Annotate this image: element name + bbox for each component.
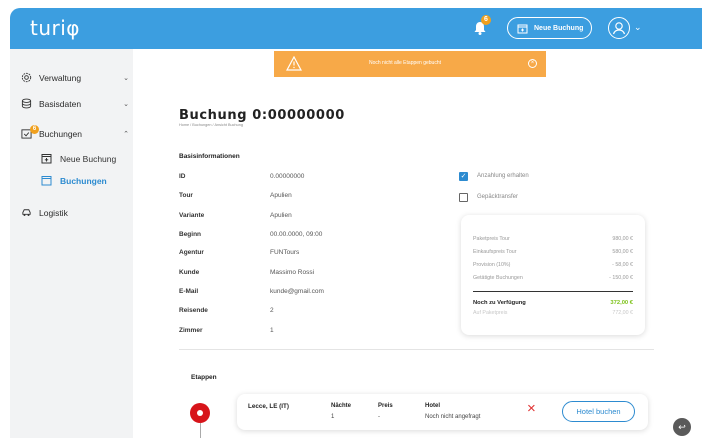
stage-hotel: Noch nicht angefragt (425, 414, 481, 420)
stage-place: Lecce, LE (IT) (248, 403, 289, 410)
chevron-up-icon: ⌃ (123, 130, 129, 138)
sidebar: Verwaltung ⌄ Basisdaten ⌄ Buchungen ⌃ 6 … (10, 49, 133, 438)
summary-divider (473, 291, 633, 292)
warning-banner: Noch nicht alle Etappen gebucht × (274, 51, 546, 77)
sidebar-item-logistik[interactable]: Logistik (21, 207, 129, 218)
breadcrumb[interactable]: Home / Buchungen / Ansicht Buchung (179, 123, 243, 127)
anzahlung-checkbox[interactable]: ✓ (459, 172, 468, 181)
warning-text: Noch nicht alle Etappen gebucht (369, 60, 441, 66)
top-bar: turiφ 6 Neue Buchung ⌄ (10, 8, 702, 49)
new-booking-label: Neue Buchung (534, 24, 584, 32)
warning-icon (286, 56, 302, 71)
close-icon[interactable]: × (527, 401, 536, 416)
close-icon[interactable]: × (528, 59, 537, 68)
stage-hotel-label: Hotel (425, 403, 440, 409)
ratio-label: Auf Paketpreis (473, 310, 508, 316)
label-agentur: Agentur (179, 249, 204, 256)
value-id: 0.00000000 (270, 173, 305, 180)
sidebar-item-verwaltung[interactable]: Verwaltung ⌄ (21, 72, 129, 83)
value-beginn: 00.00.0000, 09:00 (270, 231, 323, 238)
summary-label: Paketpreis Tour (473, 236, 510, 242)
chevron-down-icon: ⌄ (123, 100, 129, 108)
summary-value: 980,00 € (612, 236, 633, 242)
gepaecktransfer-checkbox[interactable] (459, 193, 468, 202)
sidebar-item-neue-buchung[interactable]: Neue Buchung (41, 153, 116, 164)
calendar-plus-icon (41, 154, 52, 164)
value-kunde: Massimo Rossi (270, 269, 315, 276)
sidebar-item-label: Basisdaten (39, 98, 82, 109)
buchungen-badge: 6 (30, 125, 39, 134)
sidebar-item-label: Buchungen (60, 175, 107, 186)
price-summary-card: Paketpreis Tour 980,00 € Einkaufspreis T… (461, 215, 645, 335)
sidebar-item-basisdaten[interactable]: Basisdaten ⌄ (21, 98, 129, 109)
available-label: Noch zu Verfügung (473, 300, 526, 306)
calendar-icon (41, 176, 52, 186)
car-icon (22, 209, 31, 216)
book-hotel-button[interactable]: Hotel buchen (562, 401, 635, 422)
stage-card: Lecce, LE (IT) Nächte 1 Preis - Hotel No… (237, 394, 648, 430)
chevron-down-icon: ⌄ (123, 74, 129, 82)
label-beginn: Beginn (179, 231, 202, 238)
value-email: kunde@gmail.com (270, 288, 324, 295)
database-icon (21, 98, 32, 109)
value-reisende: 2 (270, 307, 274, 314)
label-reisende: Reisende (179, 307, 208, 314)
page-title: Buchung 0:00000000 (179, 108, 345, 123)
sidebar-item-label: Buchungen (39, 128, 83, 139)
sidebar-item-label: Verwaltung (39, 72, 82, 83)
ratio-value: 772,00 € (612, 310, 633, 316)
map-pin-icon (190, 403, 210, 423)
notification-badge: 6 (481, 15, 491, 25)
return-icon[interactable]: ↩ (673, 418, 691, 436)
label-variante: Variante (179, 212, 205, 219)
value-variante: Apulien (270, 212, 292, 219)
chevron-down-icon[interactable]: ⌄ (634, 22, 642, 33)
timeline-line (200, 423, 201, 438)
basis-heading: Basisinformationen (179, 153, 240, 160)
value-tour: Apulien (270, 192, 292, 199)
stage-price: - (378, 414, 380, 420)
app-frame: turiφ 6 Neue Buchung ⌄ Verwaltung ⌄ Basi… (0, 0, 702, 438)
label-zimmer: Zimmer (179, 327, 203, 334)
summary-label: Einkaufspreis Tour (473, 249, 517, 255)
stage-nights: 1 (331, 414, 335, 420)
main-content: Noch nicht alle Etappen gebucht × Buchun… (133, 49, 702, 438)
sidebar-item-buchungen-list[interactable]: Buchungen (41, 175, 107, 186)
sidebar-item-label: Neue Buchung (60, 153, 117, 164)
value-agentur: FUNTours (270, 249, 300, 256)
section-divider (179, 349, 654, 350)
anzahlung-label: Anzahlung erhalten (477, 173, 529, 179)
summary-value: 580,00 € (612, 249, 633, 255)
label-id: ID (179, 173, 186, 180)
available-value: 372,00 € (610, 300, 633, 306)
new-booking-button[interactable]: Neue Buchung (507, 17, 592, 39)
summary-label: Provision (10%) (473, 262, 511, 268)
sidebar-item-label: Logistik (39, 207, 68, 218)
value-zimmer: 1 (270, 327, 274, 334)
gepaecktransfer-label: Gepäcktransfer (477, 194, 519, 200)
settings-icon (21, 72, 32, 83)
label-email: E-Mail (179, 288, 199, 295)
label-tour: Tour (179, 192, 193, 199)
summary-value: - 58,00 € (612, 262, 633, 268)
summary-label: Getätigte Buchungen (473, 275, 523, 281)
user-avatar-icon[interactable] (608, 17, 630, 39)
logo[interactable]: turiφ (30, 16, 80, 40)
stages-heading: Etappen (191, 374, 217, 381)
stage-price-label: Preis (378, 403, 393, 409)
calendar-plus-icon (517, 24, 528, 33)
app-window: turiφ 6 Neue Buchung ⌄ Verwaltung ⌄ Basi… (10, 8, 702, 438)
summary-value: - 150,00 € (609, 275, 633, 281)
label-kunde: Kunde (179, 269, 200, 276)
stage-nights-label: Nächte (331, 403, 352, 409)
